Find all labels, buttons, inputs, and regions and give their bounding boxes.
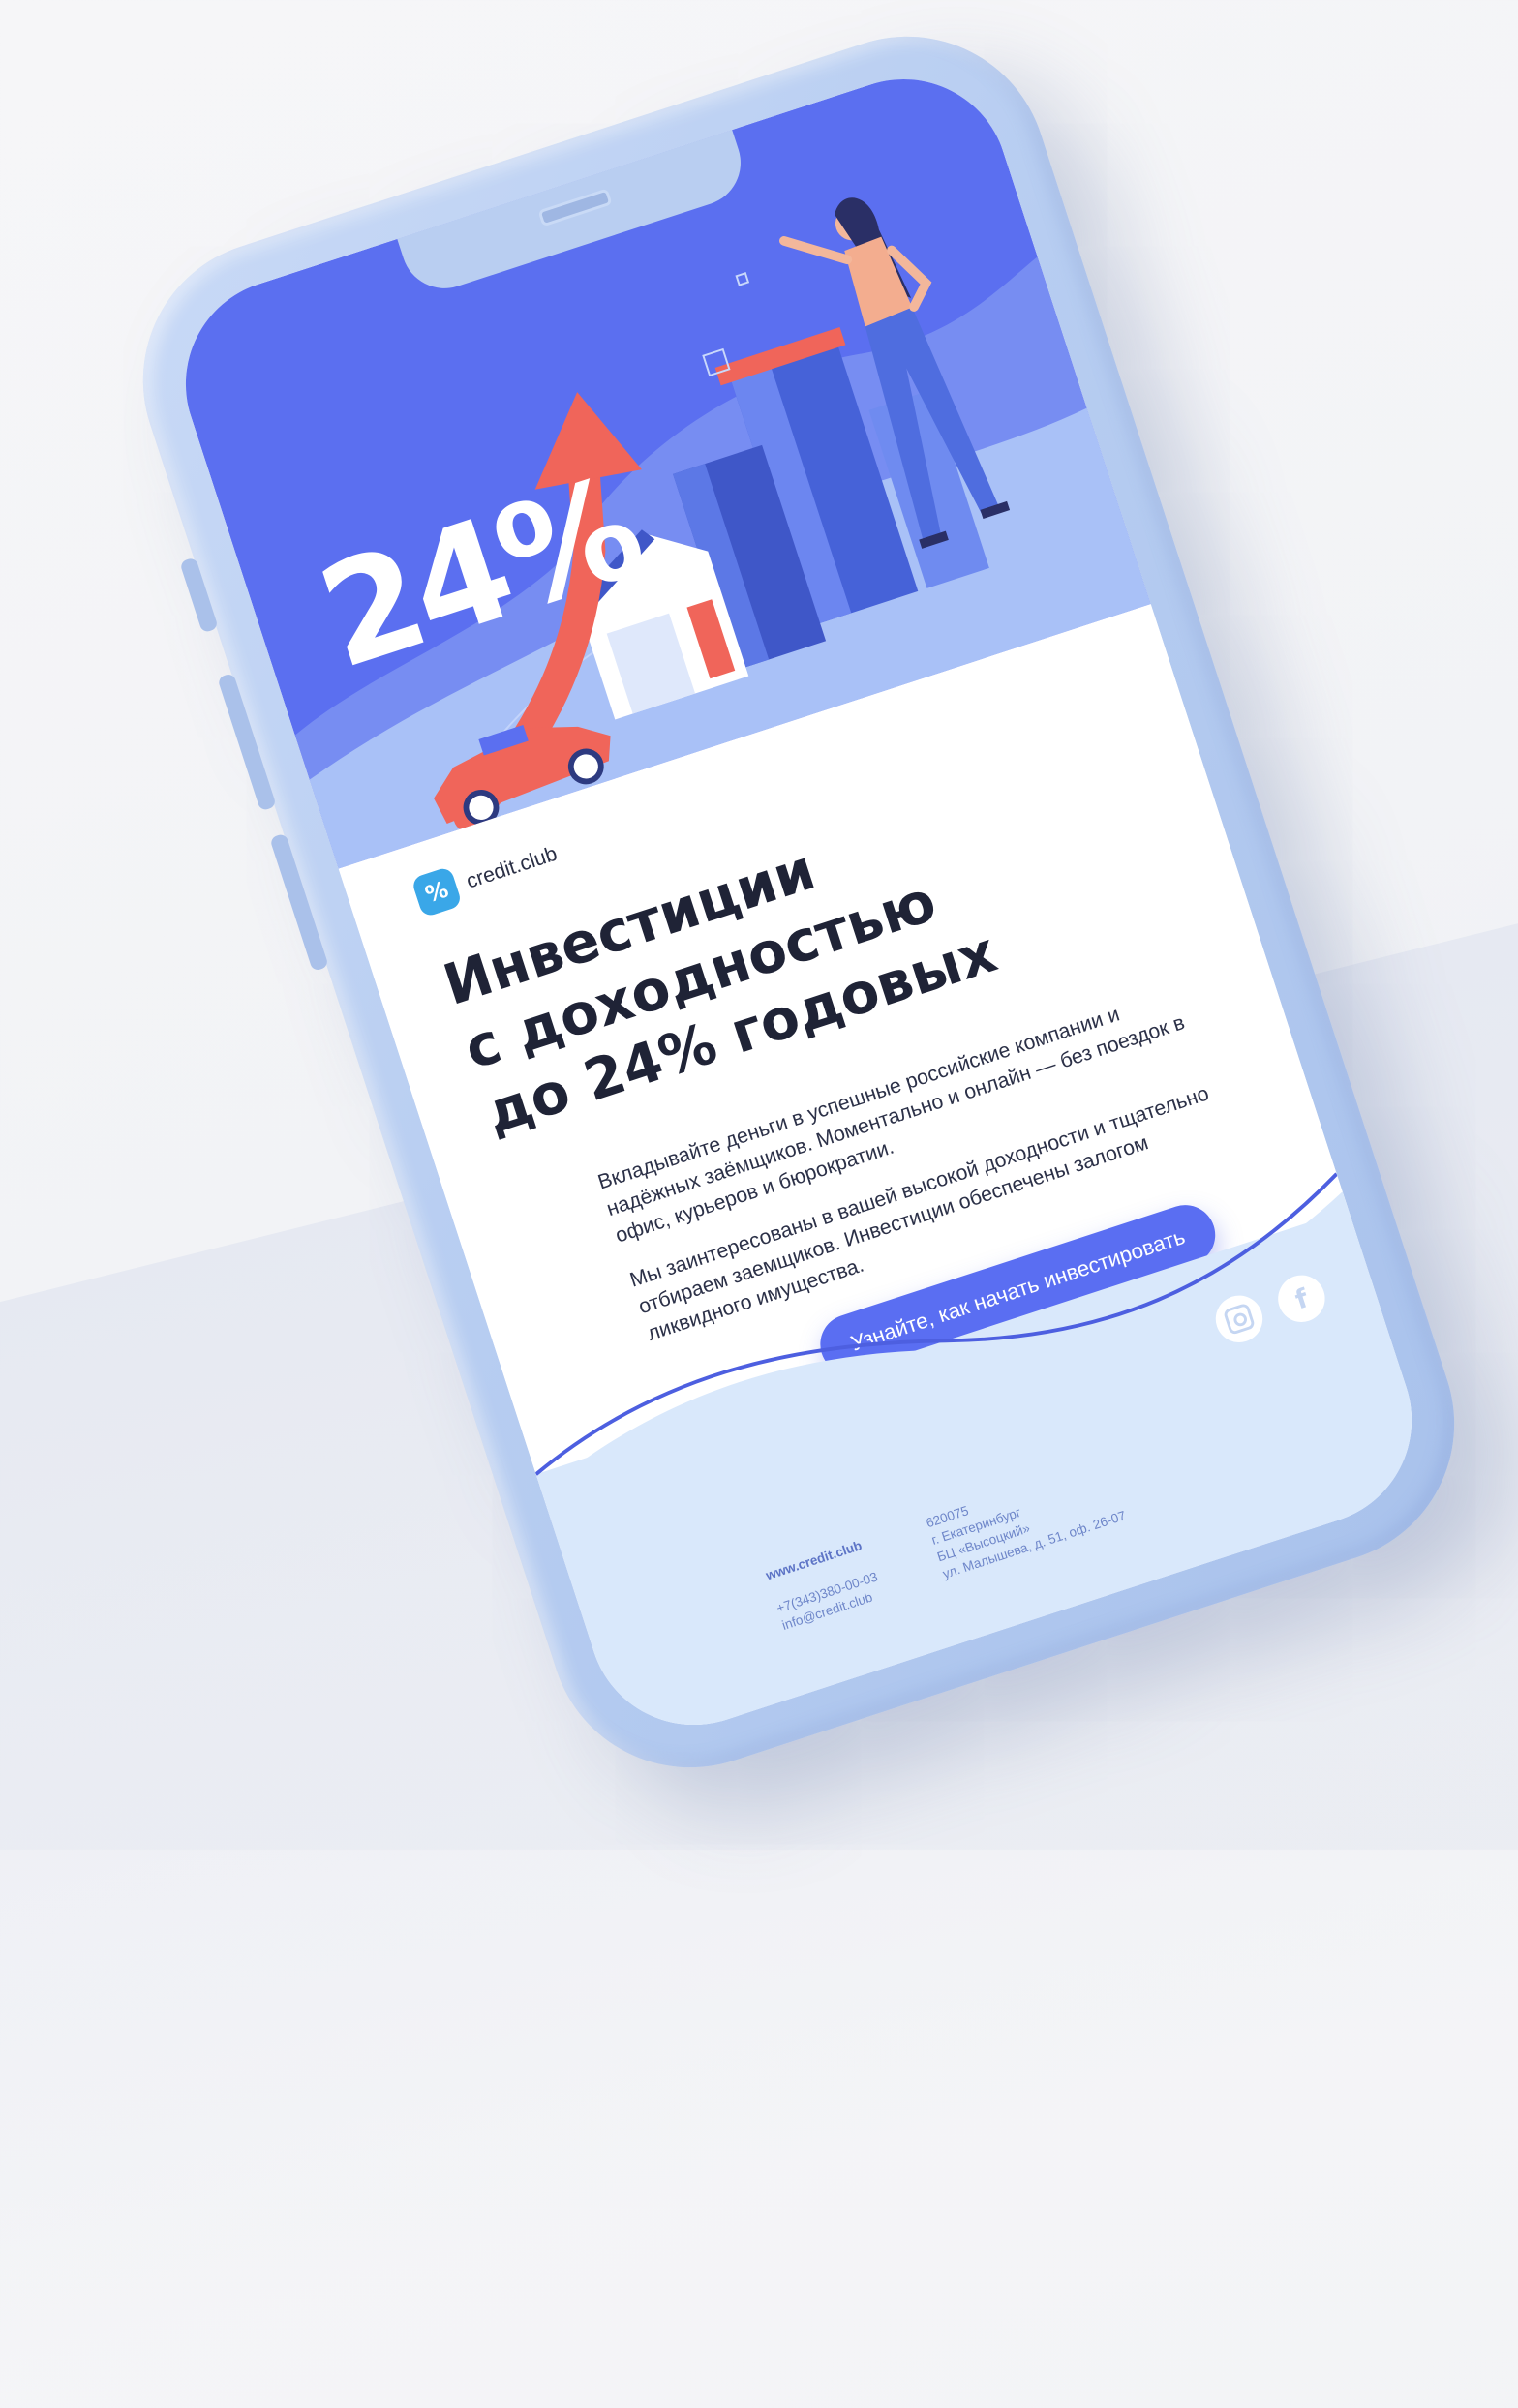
volume-down-button	[269, 832, 329, 972]
mute-switch	[179, 557, 219, 634]
decor-square-small	[735, 272, 750, 286]
logo-mark-icon: %	[410, 865, 463, 918]
logo-text: credit.club	[463, 841, 561, 893]
volume-up-button	[217, 673, 277, 812]
brand-logo[interactable]: % credit.club	[410, 833, 562, 918]
speaker-grille	[537, 188, 613, 227]
